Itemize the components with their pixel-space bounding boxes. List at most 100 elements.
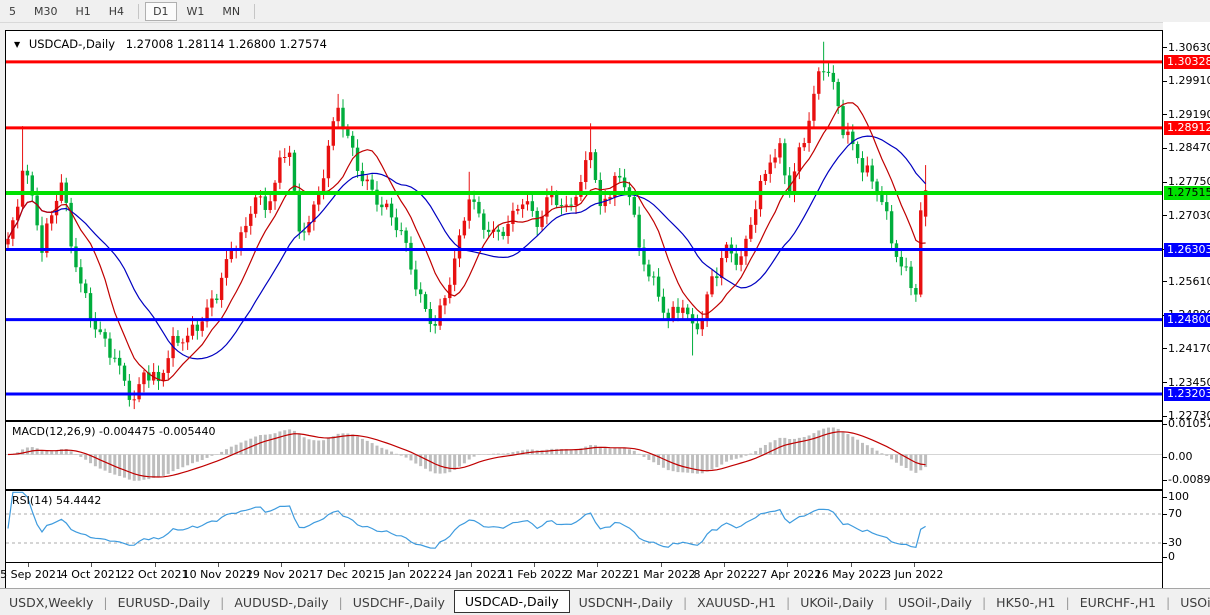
price-axis-tick-mark: [1163, 182, 1167, 183]
price-level-badge: 1.27515: [1164, 186, 1210, 200]
date-axis-tick-mark: [597, 563, 598, 567]
timeframe-button-mn[interactable]: MN: [214, 2, 248, 21]
timeframe-button-h1[interactable]: H1: [68, 2, 99, 21]
timeframe-button-w1[interactable]: W1: [179, 2, 213, 21]
date-axis-label: 15 Sep 2021: [0, 568, 63, 581]
price-chart-pane[interactable]: ▼ USDCAD-,Daily 1.27008 1.28114 1.26800 …: [5, 30, 1163, 421]
price-level-badge: 1.28912: [1164, 121, 1210, 135]
chart-tab-usdcad-daily[interactable]: USDCAD-,Daily: [454, 590, 570, 613]
macd-axis-tick-label: 0.00: [1168, 450, 1193, 463]
date-axis-tick-mark: [344, 563, 345, 567]
date-axis-tick-mark: [28, 563, 29, 567]
date-axis-tick-mark: [534, 563, 535, 567]
rsi-label: RSI(14) 54.4442: [12, 494, 101, 507]
rsi-axis-tick-label: 100: [1168, 490, 1189, 503]
date-axis-tick-mark: [408, 563, 409, 567]
date-axis-label: 29 Nov 2021: [246, 568, 316, 581]
timeframe-button-h4[interactable]: H4: [101, 2, 132, 21]
price-axis-tick-mark: [1163, 215, 1167, 216]
rsi-plot[interactable]: [6, 491, 1162, 562]
chart-ohlc-values: 1.27008 1.28114 1.26800 1.27574: [126, 37, 327, 51]
rsi-axis-tick-mark: [1163, 514, 1167, 515]
chart-symbol-period: USDCAD-,Daily: [29, 37, 115, 51]
price-level-badge: 1.30328: [1164, 55, 1210, 69]
date-axis-tick-mark: [787, 563, 788, 567]
date-axis-label: 21 Mar 2022: [626, 568, 696, 581]
date-axis-tick-mark: [218, 563, 219, 567]
date-axis-tick-mark: [661, 563, 662, 567]
rsi-axis-tick-label: 0: [1168, 550, 1175, 563]
price-axis-tick-label: 1.29910: [1168, 74, 1210, 87]
date-axis-label: 22 Oct 2021: [121, 568, 189, 581]
timeframe-button-m30[interactable]: M30: [26, 2, 66, 21]
price-axis-tick-mark: [1163, 114, 1167, 115]
rsi-axis-tick-label: 70: [1168, 507, 1182, 520]
macd-indicator-pane[interactable]: MACD(12,26,9) -0.004475 -0.005440: [5, 421, 1163, 490]
price-axis-tick-label: 1.27030: [1168, 209, 1210, 222]
price-axis-tick-mark: [1163, 382, 1167, 383]
date-axis-label: 10 Nov 2021: [183, 568, 253, 581]
date-axis-label: 3 Jun 2022: [884, 568, 943, 581]
chart-tab-eurusd-daily[interactable]: EURUSD-,Daily: [109, 592, 220, 613]
chart-tab-usdcnh-daily[interactable]: USDCNH-,Daily: [570, 592, 682, 613]
price-level-badge: 1.23203: [1164, 387, 1210, 401]
date-axis[interactable]: 15 Sep 20214 Oct 202122 Oct 202110 Nov 2…: [5, 563, 1163, 588]
price-axis-tick-label: 1.29190: [1168, 108, 1210, 121]
price-level-badge: 1.26303: [1164, 243, 1210, 257]
date-axis-tick-mark: [281, 563, 282, 567]
date-axis-label: 4 Oct 2021: [61, 568, 122, 581]
price-axis-tick-mark: [1163, 47, 1167, 48]
macd-axis-tick-mark: [1163, 424, 1167, 425]
price-axis-tick-label: 1.25610: [1168, 275, 1210, 288]
date-axis-tick-mark: [91, 563, 92, 567]
rsi-axis-tick-label: 30: [1168, 536, 1182, 549]
date-axis-label: 8 Apr 2022: [693, 568, 754, 581]
date-axis-tick-mark: [851, 563, 852, 567]
chart-tab-eurchf-h1[interactable]: EURCHF-,H1: [1071, 592, 1165, 613]
price-axis-tick-mark: [1163, 148, 1167, 149]
date-axis-label: 27 Apr 2022: [753, 568, 821, 581]
toolbar-separator: [138, 4, 139, 19]
toolbar-separator: [254, 4, 255, 19]
date-axis-tick-mark: [155, 563, 156, 567]
date-axis-label: 11 Feb 2022: [500, 568, 568, 581]
date-axis-label: 5 Jan 2022: [378, 568, 437, 581]
price-axis-tick-mark: [1163, 81, 1167, 82]
candlestick-chart[interactable]: [6, 31, 1162, 420]
chart-tab-hk50-h1[interactable]: HK50-,H1: [987, 592, 1064, 613]
rsi-indicator-pane[interactable]: RSI(14) 54.4442: [5, 490, 1163, 563]
timeframe-toolbar: 5M30H1H4 D1W1MN: [0, 0, 1210, 23]
timeframe-button-5[interactable]: 5: [1, 2, 24, 21]
macd-axis-tick-mark: [1163, 480, 1167, 481]
macd-label: MACD(12,26,9) -0.004475 -0.005440: [12, 425, 215, 438]
price-axis-tick-mark: [1163, 416, 1167, 417]
price-axis-tick-label: 1.24170: [1168, 342, 1210, 355]
date-axis-tick-mark: [914, 563, 915, 567]
macd-axis-tick-label: -0.00896: [1168, 473, 1210, 486]
price-axis-tick-mark: [1163, 281, 1167, 282]
date-axis-label: 16 May 2022: [815, 568, 887, 581]
rsi-axis-tick-mark: [1163, 497, 1167, 498]
price-axis-tick-label: 1.28470: [1168, 141, 1210, 154]
chart-tab-usoil-daily[interactable]: USOil-,Daily: [889, 592, 981, 613]
chart-dropdown-icon[interactable]: ▼: [14, 40, 20, 49]
rsi-axis-tick-mark: [1163, 557, 1167, 558]
chart-tab-bar: USDX,Weekly|EURUSD-,Daily|AUDUSD-,Daily|…: [0, 588, 1210, 615]
timeframe-button-d1[interactable]: D1: [145, 2, 176, 21]
chart-tab-xauusd-h1[interactable]: XAUUSD-,H1: [688, 592, 785, 613]
chart-tab-ukoil-daily[interactable]: UKOil-,Daily: [791, 592, 883, 613]
chart-title: ▼ USDCAD-,Daily 1.27008 1.28114 1.26800 …: [14, 37, 327, 51]
date-axis-tick-mark: [724, 563, 725, 567]
macd-axis-tick-mark: [1163, 457, 1167, 458]
chart-tab-usdx-weekly[interactable]: USDX,Weekly: [0, 592, 102, 613]
chart-tab-usoil-h4[interactable]: USOil-,H4: [1171, 592, 1210, 613]
date-axis-label: 17 Dec 2021: [309, 568, 379, 581]
rsi-axis-tick-mark: [1163, 543, 1167, 544]
date-axis-tick-mark: [471, 563, 472, 567]
date-axis-label: 2 Mar 2022: [566, 568, 629, 581]
chart-tab-usdchf-daily[interactable]: USDCHF-,Daily: [344, 592, 454, 613]
price-axis[interactable]: 1.306301.299101.291901.284701.277501.270…: [1163, 22, 1210, 588]
price-level-badge: 1.24800: [1164, 313, 1210, 327]
chart-tab-audusd-daily[interactable]: AUDUSD-,Daily: [225, 592, 337, 613]
price-axis-tick-mark: [1163, 348, 1167, 349]
